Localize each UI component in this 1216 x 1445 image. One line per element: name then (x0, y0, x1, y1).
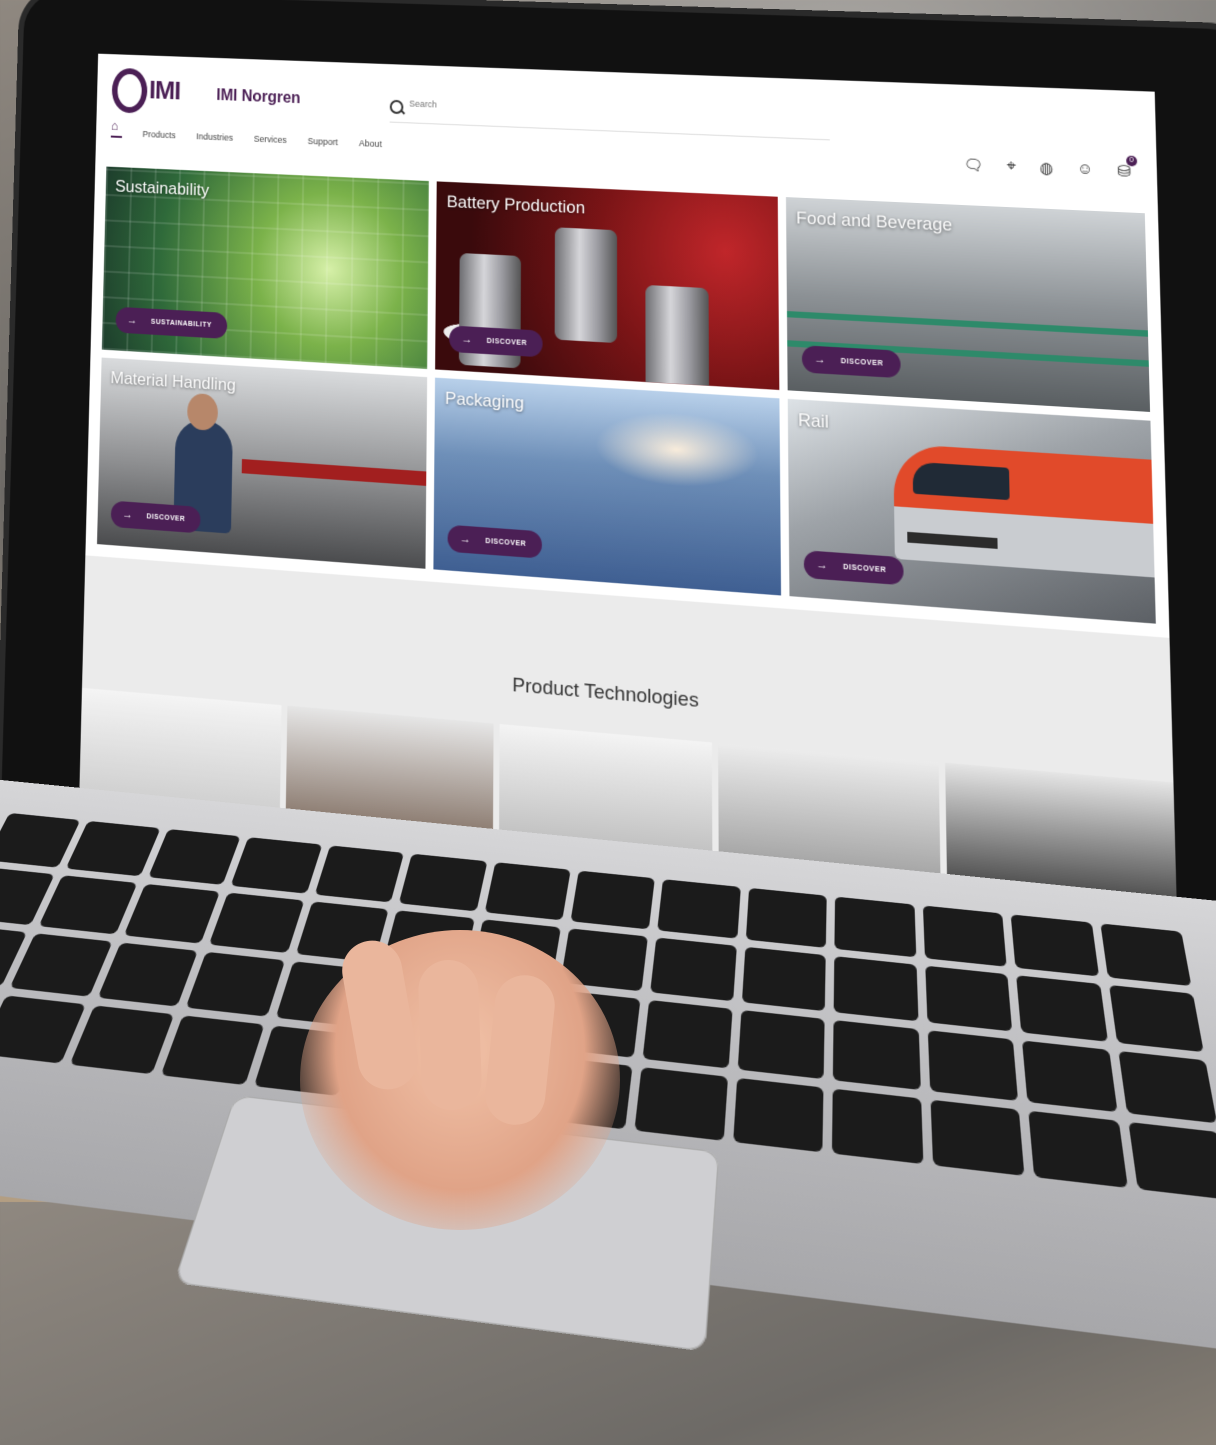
button-label: DISCOVER (843, 563, 887, 574)
key (741, 946, 827, 1012)
key (10, 933, 113, 997)
key (66, 820, 161, 877)
key (1127, 1121, 1216, 1201)
key (484, 862, 571, 921)
key (398, 853, 488, 912)
search-icon[interactable] (389, 99, 404, 115)
key (930, 1099, 1025, 1176)
key (1108, 984, 1204, 1053)
key (834, 896, 916, 958)
decor-cylinder (554, 227, 618, 344)
tile-food-and-beverage[interactable]: Food and Beverage → DISCOVER (785, 197, 1151, 413)
key (1028, 1110, 1128, 1188)
basket-icon[interactable]: ⛁ 0 (1117, 155, 1138, 181)
button-label: DISCOVER (486, 337, 528, 347)
key (833, 956, 919, 1022)
arrow-right-icon: → (126, 314, 138, 327)
button-label: DISCOVER (146, 512, 186, 523)
key (924, 965, 1013, 1032)
key (643, 1000, 733, 1069)
tile-title: Rail (797, 409, 829, 432)
button-label: DISCOVER (840, 357, 884, 368)
discover-button[interactable]: → DISCOVER (449, 325, 544, 358)
nav-about[interactable]: About (359, 138, 382, 149)
key (657, 879, 741, 939)
key (97, 942, 199, 1007)
key (161, 1015, 265, 1086)
key (922, 905, 1007, 967)
tile-material-handling[interactable]: Material Handling → DISCOVER (96, 357, 428, 569)
cart-count-badge: 0 (1126, 155, 1138, 167)
tile-sustainability[interactable]: Sustainability → SUSTAINABILITY (101, 166, 430, 370)
key (832, 1088, 924, 1165)
key (927, 1030, 1019, 1101)
key (634, 1067, 728, 1141)
key (148, 828, 241, 885)
key (69, 1005, 175, 1075)
button-label: SUSTAINABILITY (150, 318, 212, 329)
globe-icon[interactable]: ◍ (1039, 158, 1053, 177)
key (123, 883, 221, 944)
arrow-right-icon: → (461, 333, 473, 347)
search-box[interactable] (389, 97, 830, 141)
search-input[interactable] (407, 97, 791, 125)
tile-title: Material Handling (110, 368, 237, 395)
main-nav: Products Industries Services Support Abo… (110, 123, 382, 149)
key (833, 1020, 921, 1091)
key (737, 1009, 825, 1080)
arrow-right-icon: → (816, 558, 829, 573)
browser-screen: IMI IMI Norgren Products Industries Serv… (78, 53, 1178, 921)
discover-button[interactable]: → DISCOVER (801, 345, 901, 379)
tile-title: Battery Production (446, 191, 586, 218)
key (1117, 1050, 1216, 1124)
tile-title: Sustainability (114, 176, 210, 200)
industry-tiles: Sustainability → SUSTAINABILITY Battery … (96, 166, 1156, 624)
imi-logo-ring-icon[interactable] (111, 67, 148, 114)
key (0, 812, 81, 868)
button-label: DISCOVER (485, 537, 527, 548)
brand-name[interactable]: IMI Norgren (216, 87, 300, 108)
arrow-right-icon: → (122, 508, 134, 522)
discover-button[interactable]: → DISCOVER (803, 550, 904, 586)
key (1022, 1040, 1118, 1113)
key (1016, 975, 1108, 1042)
key (1099, 923, 1192, 987)
key (745, 887, 828, 948)
chat-icon[interactable]: 🗨 (963, 155, 983, 175)
home-icon[interactable] (110, 123, 123, 138)
discover-button[interactable]: → DISCOVER (447, 524, 543, 559)
decor-cylinder (645, 284, 710, 390)
key (314, 845, 405, 903)
finger (417, 958, 483, 1112)
imi-logo-text[interactable]: IMI (149, 75, 181, 106)
decor-train-window (912, 461, 1010, 501)
nav-industries[interactable]: Industries (196, 131, 233, 142)
decor-light-flare (595, 407, 760, 492)
sustainability-button[interactable]: → SUSTAINABILITY (115, 306, 228, 339)
header-actions: 🗨 ⌖ ◍ ☺ ⛁ 0 (963, 155, 1138, 181)
nav-support[interactable]: Support (308, 136, 338, 147)
tile-packaging[interactable]: Packaging → DISCOVER (433, 377, 781, 596)
key (39, 875, 138, 935)
key (1010, 914, 1099, 977)
key (209, 892, 305, 953)
decor-robot-arm (241, 459, 428, 489)
nav-products[interactable]: Products (142, 129, 175, 140)
tile-rail[interactable]: Rail → DISCOVER (787, 398, 1156, 624)
location-pin-icon[interactable]: ⌖ (1007, 157, 1016, 176)
arrow-right-icon: → (814, 353, 827, 367)
tile-battery-production[interactable]: Battery Production → DISCOVER (435, 181, 779, 390)
key (230, 837, 323, 894)
key (732, 1077, 824, 1153)
tile-title: Food and Beverage (796, 207, 953, 235)
decor-conveyor (786, 310, 1149, 337)
tile-title: Packaging (444, 388, 525, 413)
user-icon[interactable]: ☺ (1077, 160, 1094, 180)
key (570, 870, 656, 930)
nav-services[interactable]: Services (254, 134, 287, 145)
arrow-right-icon: → (459, 532, 472, 547)
discover-button[interactable]: → DISCOVER (110, 500, 201, 534)
key (185, 951, 285, 1017)
key (650, 937, 737, 1002)
